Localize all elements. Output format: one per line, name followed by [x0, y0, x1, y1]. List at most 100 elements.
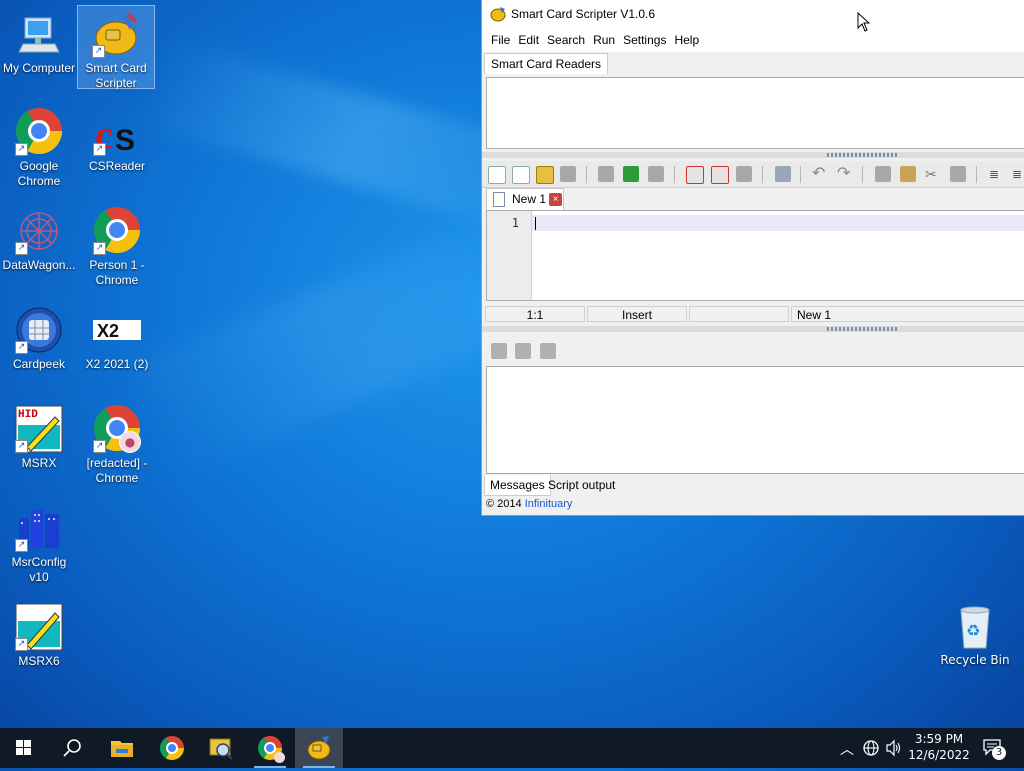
- taskbar-chrome-profile[interactable]: [246, 728, 294, 768]
- chrome-profile-icon: ● ↗: [93, 405, 141, 453]
- taskbar-magnifier-app[interactable]: [197, 728, 245, 768]
- desktop-icon-label: Recycle Bin: [940, 653, 1010, 667]
- splitter[interactable]: [482, 326, 1024, 332]
- smart-card-readers-panel[interactable]: [486, 77, 1024, 149]
- volume-icon[interactable]: [885, 739, 903, 761]
- desktop-icon-csreader[interactable]: cS ↗ CSReader: [79, 104, 155, 174]
- shortcut-arrow-icon: ↗: [93, 242, 106, 255]
- shortcut-arrow-icon: ↗: [93, 440, 106, 453]
- menu-file[interactable]: File: [487, 33, 514, 47]
- chrome-icon: ↗: [93, 207, 141, 255]
- tab-script-output[interactable]: Script output: [543, 475, 620, 495]
- undo-icon[interactable]: ↶: [812, 166, 828, 182]
- network-icon[interactable]: [862, 739, 880, 761]
- taskbar-smart-card-scripter[interactable]: [295, 728, 343, 768]
- new-file-icon[interactable]: [488, 166, 506, 184]
- svg-text:♻: ♻: [966, 621, 980, 640]
- open-folder-icon[interactable]: [536, 166, 554, 184]
- indent-icon[interactable]: ≣: [989, 166, 1005, 182]
- search-button[interactable]: [48, 728, 96, 768]
- tab-new-1[interactable]: New 1 ×: [486, 188, 564, 210]
- chevron-up-icon[interactable]: ︿: [840, 739, 854, 759]
- save-messages-icon[interactable]: [540, 343, 556, 359]
- shortcut-arrow-icon: ↗: [15, 539, 28, 552]
- desktop-icon-label: Cardpeek: [12, 357, 66, 371]
- outdent-icon[interactable]: ≣: [1012, 166, 1024, 182]
- taskbar-chrome[interactable]: [148, 728, 196, 768]
- desktop-icon-msrx6[interactable]: ↗ MSRX6: [1, 599, 77, 669]
- desktop-icon-person1-chrome[interactable]: ↗ Person 1 - Chrome: [79, 203, 155, 288]
- csreader-icon: cS ↗: [93, 108, 141, 157]
- search-icon: [63, 739, 81, 757]
- footer: © 2014 Infinituary: [486, 498, 572, 510]
- line-number-gutter: 1: [487, 211, 532, 300]
- desktop-icon-label: My Computer: [2, 61, 76, 75]
- taskbar-clock[interactable]: 3:59 PM 12/6/2022: [908, 731, 970, 763]
- notification-center-button[interactable]: 3: [982, 738, 1006, 760]
- smart-card-scripter-icon: ↗: [92, 10, 140, 58]
- menu-bar: File Edit Search Run Settings Help: [482, 28, 1024, 52]
- desktop-icon-profile-chrome[interactable]: ● ↗ [redacted] - Chrome: [79, 401, 155, 486]
- taskbar: ︿ 3:59 PM 12/6/2022 3: [0, 728, 1024, 768]
- status-bar: 1:1 Insert New 1: [482, 305, 1024, 324]
- desktop-icon-x2-2021[interactable]: X2 X2 2021 (2): [79, 302, 155, 372]
- tab-messages[interactable]: Messages: [484, 475, 551, 496]
- print-icon[interactable]: [775, 166, 791, 182]
- desktop-icon-msrconfig[interactable]: ↗ MsrConfig v10: [1, 500, 77, 585]
- new-document-icon[interactable]: [512, 166, 530, 184]
- taskbar-file-explorer[interactable]: [98, 728, 146, 768]
- status-document-name: New 1: [791, 306, 1024, 322]
- menu-edit[interactable]: Edit: [514, 33, 543, 47]
- desktop-icon-label: Google Chrome: [17, 159, 61, 188]
- desktop-icon-recycle-bin[interactable]: ♻ Recycle Bin: [937, 600, 1013, 667]
- clear-messages-icon[interactable]: [491, 343, 507, 359]
- copyright-text: © 2014: [486, 498, 522, 510]
- desktop-icon-label: DataWagon...: [2, 258, 76, 272]
- shortcut-arrow-icon: ↗: [15, 143, 28, 156]
- shortcut-arrow-icon: ↗: [15, 242, 28, 255]
- close-file-icon[interactable]: [686, 166, 704, 184]
- desktop-icon-msrx[interactable]: HID ↗ MSRX: [1, 401, 77, 471]
- recent-files-icon[interactable]: [560, 166, 576, 182]
- tab-smart-card-readers[interactable]: Smart Card Readers: [484, 53, 609, 74]
- desktop-icon-cardpeek[interactable]: ↗ Cardpeek: [1, 302, 77, 372]
- close-others-icon[interactable]: [736, 166, 752, 182]
- current-line-highlight: [532, 215, 1024, 231]
- chrome-icon: [160, 736, 184, 760]
- msrx6-icon: ↗: [15, 603, 63, 651]
- paste-icon[interactable]: [900, 166, 916, 182]
- text-caret: [535, 217, 536, 230]
- status-cursor-position: 1:1: [485, 306, 585, 322]
- title-bar[interactable]: Smart Card Scripter V1.0.6: [482, 0, 1024, 28]
- menu-run[interactable]: Run: [589, 33, 619, 47]
- desktop-icon-smart-card-scripter[interactable]: ↗ Smart Card Scripter: [77, 5, 155, 90]
- menu-help[interactable]: Help: [670, 33, 703, 47]
- smart-card-scripter-icon: [490, 6, 506, 22]
- close-tab-icon[interactable]: ×: [549, 193, 562, 206]
- desktop-icon-google-chrome[interactable]: ↗ Google Chrome: [1, 104, 77, 189]
- redo-icon[interactable]: ↷: [837, 166, 853, 182]
- close-all-icon[interactable]: [711, 166, 729, 184]
- delete-icon[interactable]: [950, 166, 966, 182]
- splitter[interactable]: [482, 152, 1024, 158]
- copy-icon[interactable]: [875, 166, 891, 182]
- start-button[interactable]: [0, 728, 48, 768]
- window-title: Smart Card Scripter V1.0.6: [511, 7, 656, 21]
- save-icon[interactable]: [598, 166, 614, 182]
- datawagon-icon: ↗: [15, 207, 63, 255]
- desktop-icon-datawagon[interactable]: ↗ DataWagon...: [1, 203, 77, 273]
- magnifier-icon: [209, 738, 233, 760]
- menu-settings[interactable]: Settings: [619, 33, 670, 47]
- save-as-icon[interactable]: [623, 166, 639, 182]
- clock-date: 12/6/2022: [908, 748, 970, 762]
- desktop-icon-label: [redacted] - Chrome: [86, 456, 148, 485]
- save-all-icon[interactable]: [648, 166, 664, 182]
- menu-search[interactable]: Search: [543, 33, 589, 47]
- messages-panel[interactable]: [486, 366, 1024, 474]
- cut-icon[interactable]: ✂: [925, 166, 941, 182]
- script-editor[interactable]: 1: [486, 210, 1024, 301]
- infinituary-link[interactable]: Infinituary: [525, 498, 573, 510]
- copy-messages-icon[interactable]: [515, 343, 531, 359]
- desktop-icon-my-computer[interactable]: My Computer: [1, 6, 77, 86]
- msrx-icon: HID ↗: [15, 405, 63, 453]
